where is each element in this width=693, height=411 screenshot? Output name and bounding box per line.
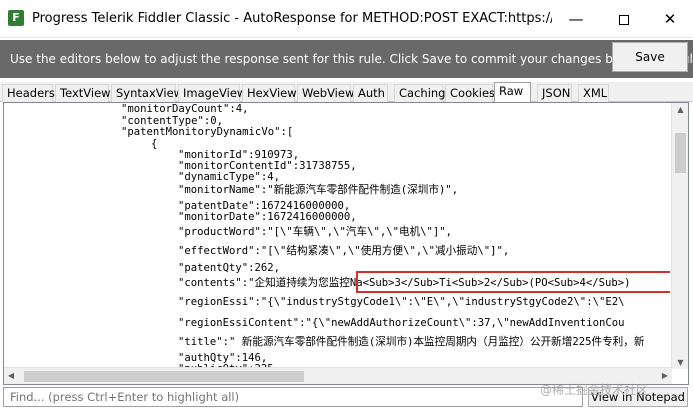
tab-json[interactable]: JSON xyxy=(537,84,572,102)
maximize-icon xyxy=(619,14,629,25)
horizontal-scrollbar[interactable]: ◀ ▶ xyxy=(4,367,672,384)
save-button[interactable]: Save xyxy=(612,42,688,72)
view-in-notepad-button[interactable]: View in Notepad xyxy=(588,387,688,407)
maximize-button[interactable] xyxy=(601,0,647,38)
vertical-scrollbar[interactable]: ▲ ▼ xyxy=(671,103,688,369)
response-editor[interactable]: "monitorDayCount":4, "contentType":0, "p… xyxy=(3,102,689,385)
title-bar: F Progress Telerik Fiddler Classic - Aut… xyxy=(0,0,693,38)
tab-imageview[interactable]: ImageView xyxy=(178,84,246,102)
scroll-left-icon[interactable]: ◀ xyxy=(4,371,18,380)
code-line: "monitorDayCount":4, xyxy=(121,103,249,115)
tab-headers[interactable]: Headers xyxy=(2,84,55,102)
code-line: "title":" 新能源汽车零部件配件制造(深圳市)本监控周期内（月监控）公开… xyxy=(178,336,645,348)
window-title: Progress Telerik Fiddler Classic - AutoR… xyxy=(32,11,552,26)
scroll-down-icon[interactable]: ▼ xyxy=(672,358,688,367)
code-line: "patentQty":262, xyxy=(178,262,281,274)
code-line: "dynamicType":4, xyxy=(178,171,281,183)
tab-webview[interactable]: WebView xyxy=(297,84,354,102)
info-text: Use the editors below to adjust the resp… xyxy=(10,52,693,66)
tab-hexview[interactable]: HexView xyxy=(242,84,297,102)
scroll-right-icon[interactable]: ▶ xyxy=(658,371,672,380)
code-line: "monitorName":"新能源汽车零部件配件制造(深圳市)", xyxy=(178,184,459,196)
code-line: "patentMonitoryDynamicVo":[ xyxy=(121,126,294,138)
code-area[interactable]: "monitorDayCount":4, "contentType":0, "p… xyxy=(4,103,670,371)
tab-cookies[interactable]: Cookies xyxy=(445,84,495,102)
info-bar: Use the editors below to adjust the resp… xyxy=(0,40,693,78)
tab-raw[interactable]: Raw xyxy=(494,82,531,103)
code-line: "productWord":"[\"车辆\",\"汽车\",\"电机\"]", xyxy=(178,226,453,238)
minimize-button[interactable]: — xyxy=(553,0,599,38)
code-line: "regionEssiContent":"{\"newAddAuthorizeC… xyxy=(178,317,625,329)
horizontal-scroll-thumb[interactable] xyxy=(24,371,304,382)
tab-textview[interactable]: TextView xyxy=(55,84,111,102)
code-line: "regionEssi":"{\"industryStgyCode1\":\"E… xyxy=(178,296,625,308)
close-button[interactable]: ✕ xyxy=(647,0,693,38)
fiddler-icon: F xyxy=(8,10,24,26)
tab-caching[interactable]: Caching xyxy=(394,84,445,102)
scroll-up-icon[interactable]: ▲ xyxy=(672,105,688,114)
find-input[interactable] xyxy=(3,387,583,407)
vertical-scroll-thumb[interactable] xyxy=(675,133,686,173)
code-line: "monitorDate":1672416000000, xyxy=(178,211,357,223)
tab-xml[interactable]: XML xyxy=(578,84,609,102)
tab-syntaxview[interactable]: SyntaxView xyxy=(111,84,183,102)
code-line: "effectWord":"[\"结构紧凑\",\"使用方便\",\"减小振动\… xyxy=(178,245,510,257)
tab-strip: Headers TextView SyntaxView ImageView He… xyxy=(0,82,693,103)
tab-auth[interactable]: Auth xyxy=(353,84,388,102)
code-line: { xyxy=(151,138,158,150)
highlight-annotation-box xyxy=(356,271,670,293)
